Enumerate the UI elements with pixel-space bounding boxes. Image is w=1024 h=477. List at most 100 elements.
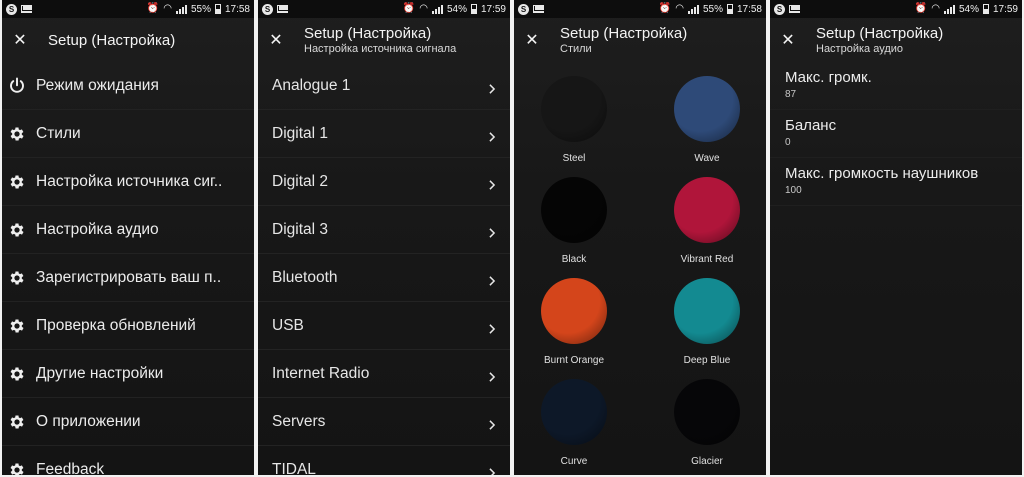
source-item[interactable]: Analogue 1 xyxy=(258,62,510,110)
skype-icon: S xyxy=(6,3,17,15)
style-name: Glacier xyxy=(691,456,723,467)
source-item[interactable]: Digital 3 xyxy=(258,206,510,254)
source-item-label: Digital 1 xyxy=(272,124,328,142)
menu-item-label: Настройка источника сиг.. xyxy=(36,172,223,190)
menu-item-label: Стили xyxy=(36,124,81,142)
battery-percent: 55% xyxy=(190,3,211,15)
audio-setting-item[interactable]: Макс. громкость наушников 100 xyxy=(770,158,1022,206)
alarm-icon: ⏰ xyxy=(658,3,672,14)
style-option[interactable]: Glacier xyxy=(647,379,766,467)
menu-item[interactable]: Режим ожидания xyxy=(2,62,254,110)
source-item[interactable]: USB xyxy=(258,302,510,350)
clock: 17:58 xyxy=(736,3,762,15)
battery-icon xyxy=(982,4,989,14)
page-subtitle: Стили xyxy=(560,43,592,55)
style-option[interactable]: Black xyxy=(514,177,634,265)
menu-item[interactable]: Стили xyxy=(2,110,254,158)
close-icon[interactable]: ✕ xyxy=(10,30,30,50)
menu-item[interactable]: Feedback xyxy=(2,446,254,475)
style-swatch[interactable] xyxy=(541,379,607,445)
style-swatch[interactable] xyxy=(674,177,740,243)
source-item[interactable]: TIDAL xyxy=(258,446,510,475)
page-subtitle: Настройка аудио xyxy=(816,43,904,55)
menu-item[interactable]: О приложении xyxy=(2,398,254,446)
source-item[interactable]: Bluetooth xyxy=(258,254,510,302)
app-bar: ✕ Setup (Настройка) Настройка источника … xyxy=(258,18,510,62)
style-swatch[interactable] xyxy=(674,76,740,142)
source-item-label: Digital 2 xyxy=(272,172,328,190)
menu-item-label: Другие настройки xyxy=(36,364,164,382)
menu-item[interactable]: Другие настройки xyxy=(2,350,254,398)
style-option[interactable]: Burnt Orange xyxy=(514,278,634,366)
status-bar: S ⏰ ◠ 54% 17:59 xyxy=(770,0,1022,18)
source-item[interactable]: Digital 1 xyxy=(258,110,510,158)
source-item-label: TIDAL xyxy=(272,460,316,476)
menu-item-label: Настройка аудио xyxy=(36,220,159,238)
power-icon xyxy=(8,77,26,95)
gear-icon xyxy=(8,461,26,475)
clock: 17:59 xyxy=(480,3,506,15)
menu-item[interactable]: Проверка обновлений xyxy=(2,302,254,350)
menu-item[interactable]: Зарегистрировать ваш п.. xyxy=(2,254,254,302)
page-title: Setup (Настройка) xyxy=(560,25,688,42)
style-swatch[interactable] xyxy=(674,379,740,445)
wifi-icon: ◠ xyxy=(163,3,172,14)
chevron-right-icon xyxy=(488,129,496,142)
chevron-right-icon xyxy=(488,417,496,430)
audio-setting-label: Баланс xyxy=(785,117,837,134)
battery-percent: 55% xyxy=(702,3,723,15)
style-swatch[interactable] xyxy=(541,278,607,344)
page-title: Setup (Настройка) xyxy=(304,25,432,42)
source-item-label: Bluetooth xyxy=(272,268,338,286)
wifi-icon: ◠ xyxy=(419,3,428,14)
style-option[interactable]: Curve xyxy=(514,379,634,467)
style-option[interactable]: Deep Blue xyxy=(647,278,766,366)
source-item[interactable]: Digital 2 xyxy=(258,158,510,206)
alarm-icon: ⏰ xyxy=(146,3,160,14)
style-name: Steel xyxy=(562,153,586,164)
source-item-label: USB xyxy=(272,316,304,334)
audio-setting-label: Макс. громк. xyxy=(785,69,872,86)
battery-icon xyxy=(214,4,221,14)
close-icon[interactable]: ✕ xyxy=(266,30,286,50)
style-swatch[interactable] xyxy=(541,76,607,142)
battery-percent: 54% xyxy=(446,3,467,15)
style-name: Burnt Orange xyxy=(543,355,605,366)
setup-menu: Режим ожидания Стили Настройка источника с… xyxy=(2,62,254,475)
status-bar: S ⏰ ◠ 55% 17:58 xyxy=(514,0,766,18)
source-item-label: Analogue 1 xyxy=(272,76,351,94)
menu-item[interactable]: Настройка аудио xyxy=(2,206,254,254)
audio-setting-value: 0 xyxy=(785,137,791,148)
audio-setting-item[interactable]: Макс. громк. 87 xyxy=(770,62,1022,110)
style-option[interactable]: Wave xyxy=(647,76,766,164)
audio-setting-value: 87 xyxy=(785,89,797,100)
style-option[interactable]: Vibrant Red xyxy=(647,177,766,265)
style-name: Black xyxy=(561,254,587,265)
screen-source-setup: S ⏰ ◠ 54% 17:59 ✕ Setup (Настройка) Наст… xyxy=(258,0,510,475)
mail-icon xyxy=(21,5,32,13)
mail-icon xyxy=(789,5,800,13)
chevron-right-icon xyxy=(488,177,496,190)
gear-icon xyxy=(8,269,26,287)
menu-item-label: Режим ожидания xyxy=(36,76,159,94)
clock: 17:59 xyxy=(992,3,1018,15)
style-swatch[interactable] xyxy=(541,177,607,243)
style-option[interactable]: Steel xyxy=(514,76,634,164)
audio-setting-item[interactable]: Баланс 0 xyxy=(770,110,1022,158)
chevron-right-icon xyxy=(488,465,496,475)
menu-item-label: Зарегистрировать ваш п.. xyxy=(36,268,222,286)
close-icon[interactable]: ✕ xyxy=(778,30,798,50)
style-name: Deep Blue xyxy=(683,355,731,366)
signal-icon xyxy=(687,4,699,14)
audio-settings-list: Макс. громк. 87 Баланс 0 Макс. громкость нау… xyxy=(770,62,1022,206)
alarm-icon: ⏰ xyxy=(914,3,928,14)
page-subtitle: Настройка источника сигнала xyxy=(304,43,457,55)
source-item[interactable]: Internet Radio xyxy=(258,350,510,398)
chevron-right-icon xyxy=(488,81,496,94)
chevron-right-icon xyxy=(488,321,496,334)
style-swatch[interactable] xyxy=(674,278,740,344)
close-icon[interactable]: ✕ xyxy=(522,30,542,50)
chevron-right-icon xyxy=(488,273,496,286)
menu-item[interactable]: Настройка источника сиг.. xyxy=(2,158,254,206)
source-item[interactable]: Servers xyxy=(258,398,510,446)
